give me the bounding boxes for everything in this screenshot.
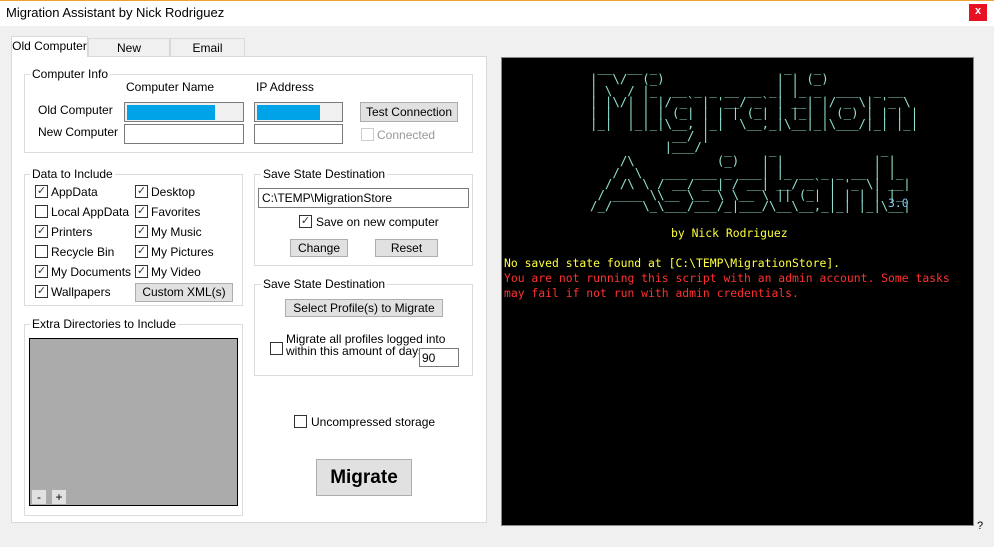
include-label: Local AppData bbox=[51, 205, 130, 219]
include-checkbox[interactable]: ✓ bbox=[35, 265, 48, 278]
old-computer-label: Old Computer bbox=[38, 103, 113, 117]
tab-old-computer[interactable]: Old Computer bbox=[11, 36, 88, 57]
include-label: My Pictures bbox=[151, 245, 214, 259]
tab-new-computer[interactable]: New Computer bbox=[88, 38, 170, 73]
console-output: __ __ _ _ _ | \/ (_) | | (_) | \ / |_ __… bbox=[501, 57, 974, 526]
warning-message: You are not running this script with an … bbox=[504, 271, 950, 300]
new-computer-ip-field[interactable] bbox=[254, 124, 343, 144]
info-message: No saved state found at [C:\TEMP\Migrati… bbox=[504, 256, 841, 270]
new-computer-label: New Computer bbox=[38, 125, 119, 139]
save-path-input[interactable]: C:\TEMP\MigrationStore bbox=[258, 188, 469, 208]
tab-email-settings[interactable]: Email Settings bbox=[170, 38, 245, 73]
days-input[interactable]: 90 bbox=[419, 348, 459, 367]
version-label: 3.0 bbox=[888, 196, 909, 210]
include-checkbox[interactable] bbox=[35, 245, 48, 258]
help-icon[interactable]: ? bbox=[977, 520, 983, 532]
include-label: Desktop bbox=[151, 185, 196, 199]
computer-info-title: Computer Info bbox=[30, 67, 111, 81]
include-checkbox[interactable]: ✓ bbox=[135, 245, 148, 258]
include-label: Favorites bbox=[151, 205, 201, 219]
change-button[interactable]: Change bbox=[290, 239, 348, 257]
include-checkbox[interactable]: ✓ bbox=[135, 185, 148, 198]
extra-dirs-list[interactable] bbox=[29, 338, 238, 506]
include-checkbox[interactable]: ✓ bbox=[135, 265, 148, 278]
recent-profiles-checkbox[interactable] bbox=[270, 342, 283, 355]
byline: by Nick Rodriguez bbox=[671, 226, 788, 240]
old-computer-ip-field[interactable] bbox=[254, 102, 343, 122]
include-checkbox[interactable] bbox=[35, 205, 48, 218]
old-computer-name-field[interactable] bbox=[124, 102, 244, 122]
include-label: Printers bbox=[51, 225, 93, 239]
include-label: AppData bbox=[51, 185, 98, 199]
include-label: My Documents bbox=[51, 265, 132, 279]
connected-checkbox bbox=[361, 128, 374, 141]
new-computer-name-field[interactable] bbox=[124, 124, 244, 144]
include-label: Wallpapers bbox=[51, 285, 111, 299]
computer-name-header: Computer Name bbox=[126, 80, 215, 94]
data-include-title: Data to Include bbox=[30, 167, 115, 181]
reset-button[interactable]: Reset bbox=[375, 239, 438, 257]
add-dir-button[interactable]: + bbox=[51, 489, 67, 505]
redacted-value bbox=[257, 105, 320, 120]
include-label: My Video bbox=[151, 265, 201, 279]
connected-label: Connected bbox=[377, 128, 436, 142]
test-connection-button[interactable]: Test Connection bbox=[360, 102, 458, 122]
ascii-title-assistant: _ _ _ /\ (_) | | | | / \ ___ ___ _ ___| … bbox=[590, 142, 911, 214]
extra-dirs-title: Extra Directories to Include bbox=[30, 317, 179, 331]
include-label: My Music bbox=[151, 225, 202, 239]
window-title: Migration Assistant by Nick Rodriguez bbox=[6, 5, 225, 20]
include-checkbox[interactable]: ✓ bbox=[35, 285, 48, 298]
custom-xml-button[interactable]: Custom XML(s) bbox=[135, 283, 233, 302]
uncompressed-label: Uncompressed storage bbox=[311, 415, 436, 429]
ip-address-header: IP Address bbox=[256, 80, 314, 94]
save-on-new-checkbox[interactable]: ✓ bbox=[299, 215, 312, 228]
redacted-value bbox=[127, 105, 215, 120]
uncompressed-checkbox[interactable] bbox=[294, 415, 307, 428]
ascii-title-migration: __ __ _ _ _ | \/ (_) | | (_) | \ / |_ __… bbox=[590, 60, 919, 155]
save-on-new-label: Save on new computer bbox=[316, 215, 439, 229]
include-checkbox[interactable]: ✓ bbox=[135, 205, 148, 218]
include-checkbox[interactable]: ✓ bbox=[35, 225, 48, 238]
close-button[interactable]: x bbox=[969, 4, 987, 21]
select-profiles-button[interactable]: Select Profile(s) to Migrate bbox=[285, 299, 443, 317]
include-checkbox[interactable]: ✓ bbox=[135, 225, 148, 238]
include-checkbox[interactable]: ✓ bbox=[35, 185, 48, 198]
include-label: Recycle Bin bbox=[51, 245, 115, 259]
migrate-button[interactable]: Migrate bbox=[316, 459, 412, 496]
profiles-title: Save State Destination bbox=[261, 277, 388, 291]
remove-dir-button[interactable]: - bbox=[31, 489, 47, 505]
save-state-title: Save State Destination bbox=[261, 167, 388, 181]
